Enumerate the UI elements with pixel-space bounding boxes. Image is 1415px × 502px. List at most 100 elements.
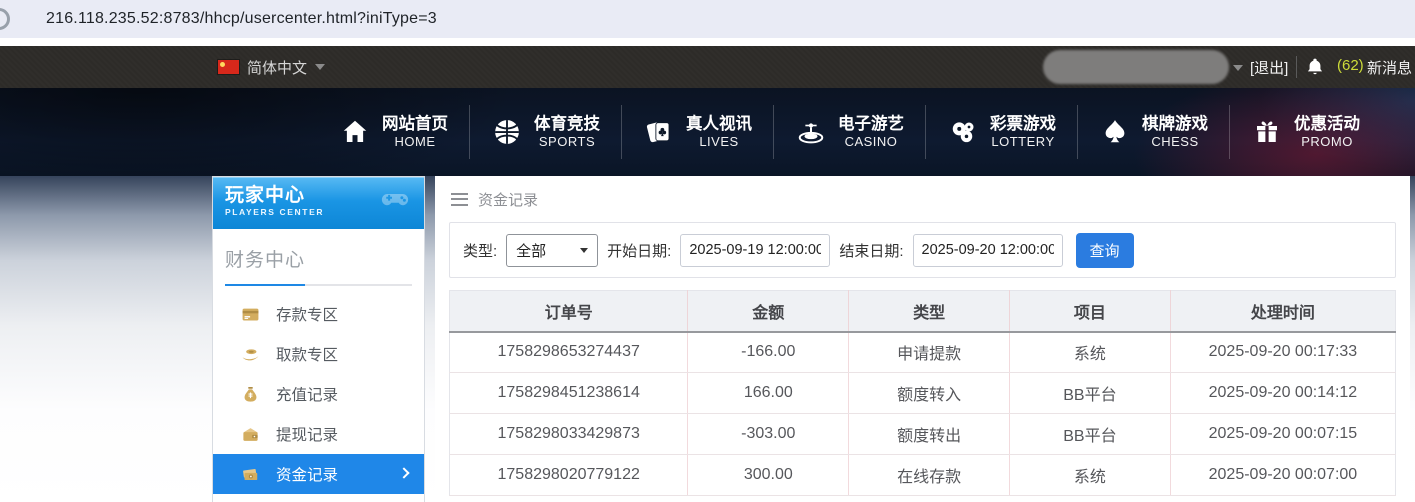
nav-item-home[interactable]: 网站首页HOME: [318, 105, 470, 159]
nav-item-promo[interactable]: 优惠活动PROMO: [1230, 105, 1381, 159]
spade-icon: [1099, 116, 1131, 148]
nav-item-chess[interactable]: 棋牌游戏CHESS: [1078, 105, 1230, 159]
roulette-icon: [795, 116, 827, 148]
nav-title: 优惠活动: [1294, 114, 1360, 135]
chevron-down-icon[interactable]: [1233, 65, 1243, 71]
browser-address-bar[interactable]: 216.118.235.52:8783/hhcp/usercenter.html…: [0, 0, 1415, 38]
sidebar-section-label: 财务中心: [225, 245, 412, 272]
nav-title: 棋牌游戏: [1142, 114, 1208, 135]
logout-link[interactable]: [退出]: [1250, 57, 1288, 78]
sidebar-item-withdraw-zone[interactable]: 取款专区: [213, 334, 424, 374]
end-date-label: 结束日期:: [839, 240, 903, 261]
cell-project: 系统: [1010, 455, 1171, 496]
nav-title: 真人视讯: [686, 114, 752, 135]
cell-type: 额度转出: [849, 414, 1010, 455]
sidebar-item-label: 取款专区: [276, 343, 338, 365]
type-select-value: 全部: [516, 240, 546, 261]
cards-icon: [643, 116, 675, 148]
cell-order-no: 1758298451238614: [450, 373, 688, 414]
chevron-right-icon: [398, 467, 409, 478]
nav-subtitle: LOTTERY: [991, 134, 1054, 150]
language-label: 简体中文: [247, 57, 307, 78]
table-row: 1758298033429873 -303.00 额度转出 BB平台 2025-…: [450, 414, 1396, 455]
sidebar-item-withdrawal-records[interactable]: 提现记录: [213, 414, 424, 454]
table-row: 1758298653274437 -166.00 申请提款 系统 2025-09…: [450, 332, 1396, 373]
start-date-input[interactable]: [680, 234, 830, 267]
notice-count[interactable]: (62): [1337, 57, 1364, 74]
nav-title: 电子游艺: [838, 114, 904, 135]
column-project: 项目: [1010, 291, 1171, 332]
nav-subtitle: CASINO: [845, 134, 898, 150]
table-row: 1758298451238614 166.00 额度转入 BB平台 2025-0…: [450, 373, 1396, 414]
search-button[interactable]: 查询: [1076, 233, 1134, 268]
cell-processed-time: 2025-09-20 00:17:33: [1170, 332, 1395, 373]
cell-project: BB平台: [1010, 414, 1171, 455]
url-text[interactable]: 216.118.235.52:8783/hhcp/usercenter.html…: [46, 10, 437, 28]
cell-order-no: 1758298020779122: [450, 455, 688, 496]
funds-records-table: 订单号 金额 类型 项目 处理时间 1758298653274437 -166.…: [449, 290, 1396, 496]
lottery-balls-icon: [947, 116, 979, 148]
nav-subtitle: LIVES: [699, 134, 738, 150]
table-header-row: 订单号 金额 类型 项目 处理时间: [450, 291, 1396, 332]
gift-icon: [1251, 116, 1283, 148]
sidebar-item-label: 充值记录: [276, 383, 338, 405]
nav-item-sports[interactable]: 体育竞技SPORTS: [470, 105, 622, 159]
cell-project: BB平台: [1010, 373, 1171, 414]
bell-icon[interactable]: [1305, 56, 1325, 78]
table-row: 1758298020779122 300.00 在线存款 系统 2025-09-…: [450, 455, 1396, 496]
nav-item-casino[interactable]: 电子游艺CASINO: [774, 105, 926, 159]
nav-title: 网站首页: [382, 114, 448, 135]
filter-bar: 类型: 全部 开始日期: 结束日期: 查询: [449, 222, 1396, 278]
sidebar-item-label: 提现记录: [276, 423, 338, 445]
content-header: 资金记录: [435, 176, 1410, 222]
language-selector[interactable]: 简体中文: [218, 46, 325, 88]
cell-order-no: 1758298653274437: [450, 332, 688, 373]
username-redacted-avatar[interactable]: [1043, 50, 1229, 84]
main-nav-background: 网站首页HOME 体育竞技SPORTS 真人视讯LIVES 电子游艺CASINO…: [0, 88, 1415, 176]
chevron-down-icon: [315, 64, 325, 70]
start-date-label: 开始日期:: [607, 240, 671, 261]
cell-type: 申请提款: [849, 332, 1010, 373]
deposit-card-icon: [241, 305, 260, 324]
cell-processed-time: 2025-09-20 00:07:00: [1170, 455, 1395, 496]
account-top-bar: 简体中文 [退出] (62) 新消息: [0, 46, 1415, 88]
column-processed-time: 处理时间: [1170, 291, 1395, 332]
nav-subtitle: PROMO: [1301, 134, 1353, 150]
type-select[interactable]: 全部: [506, 234, 598, 267]
gamepad-icon: [374, 184, 416, 219]
sidebar-item-recharge-records[interactable]: 充值记录: [213, 374, 424, 414]
recharge-bag-icon: [241, 385, 260, 404]
notice-label[interactable]: 新消息: [1367, 57, 1412, 78]
browser-chrome-gap: [0, 38, 1415, 46]
menu-icon: [451, 193, 468, 206]
main-nav: 网站首页HOME 体育竞技SPORTS 真人视讯LIVES 电子游艺CASINO…: [318, 88, 1381, 176]
sidebar-menu: 存款专区 取款专区 充值记录 提现记录 资金记录 彩票下注明细: [213, 294, 424, 502]
cell-order-no: 1758298033429873: [450, 414, 688, 455]
china-flag-icon: [218, 60, 239, 74]
page-title: 资金记录: [478, 189, 538, 210]
sidebar-item-funds-records[interactable]: 资金记录: [213, 454, 424, 494]
basketball-icon: [491, 116, 523, 148]
nav-title: 体育竞技: [534, 114, 600, 135]
nav-subtitle: HOME: [395, 134, 436, 150]
nav-item-lives[interactable]: 真人视讯LIVES: [622, 105, 774, 159]
cell-project: 系统: [1010, 332, 1171, 373]
sidebar-item-deposit-zone[interactable]: 存款专区: [213, 294, 424, 334]
type-label: 类型:: [463, 240, 497, 261]
funds-record-icon: [241, 465, 260, 484]
cell-processed-time: 2025-09-20 00:07:15: [1170, 414, 1395, 455]
nav-item-lottery[interactable]: 彩票游戏LOTTERY: [926, 105, 1078, 159]
sidebar-item-label: 资金记录: [276, 463, 338, 485]
players-center-sidebar: 玩家中心 PLAYERS CENTER 财务中心 存款专区 取款专区 充值记录 …: [212, 176, 425, 502]
cell-type: 额度转入: [849, 373, 1010, 414]
sidebar-item-lottery-bet-details[interactable]: 彩票下注明细: [213, 494, 424, 502]
withdraw-hand-icon: [241, 345, 260, 364]
cell-amount: -166.00: [688, 332, 849, 373]
column-order-no: 订单号: [450, 291, 688, 332]
cell-amount: 166.00: [688, 373, 849, 414]
cell-type: 在线存款: [849, 455, 1010, 496]
column-amount: 金额: [688, 291, 849, 332]
nav-subtitle: CHESS: [1151, 134, 1198, 150]
end-date-input[interactable]: [913, 234, 1063, 267]
chevron-down-icon: [580, 248, 588, 253]
